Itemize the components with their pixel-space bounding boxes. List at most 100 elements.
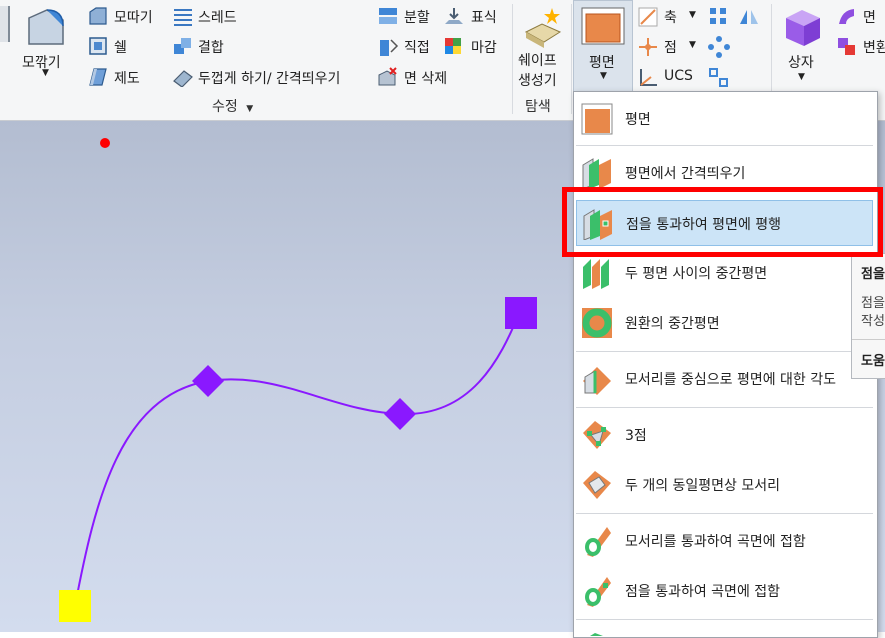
tangent-point-icon	[585, 577, 611, 607]
menu-item-label: 3점	[625, 428, 647, 444]
group-separator	[512, 4, 513, 114]
freeform-face-button[interactable]: 면	[836, 6, 885, 28]
origin-point[interactable]	[100, 138, 110, 148]
ucs-button[interactable]: UCS	[637, 67, 701, 89]
decal-button[interactable]: 마감	[443, 36, 505, 58]
coplanar-edges-icon	[583, 471, 611, 499]
menu-item-angle-to-plane-around-edge[interactable]: 모서리를 중심으로 평면에 대한 각도	[576, 356, 873, 402]
convert-label: 변환	[863, 40, 885, 56]
delete-face-icon	[378, 67, 397, 86]
plane-dropdown-menu: 평면 평면에서 간격띄우기 점을 통과하여 평면에 평행 두 평면 사이의 중간…	[573, 91, 878, 638]
three-points-icon	[583, 421, 611, 449]
spline-fit-point[interactable]	[192, 365, 224, 397]
split-button[interactable]: 분할	[377, 6, 437, 28]
split-icon	[379, 8, 397, 24]
thicken-label: 두껍게 하기/ 간격띄우기	[198, 71, 341, 87]
direct-edit-label: 직접	[404, 40, 430, 56]
chevron-down-icon: ▼	[600, 71, 607, 81]
point-label: 점	[664, 40, 677, 56]
decal-icon	[445, 38, 461, 54]
freeform-face-label: 면	[863, 10, 876, 26]
tooltip-title: 점을	[861, 267, 885, 282]
delete-face-button[interactable]: 면 삭제	[377, 67, 457, 89]
convert-button[interactable]: 변환	[836, 36, 885, 58]
shape-generator-button[interactable]: 쉐이프 생성기	[516, 2, 570, 90]
menu-item-label: 점을 통과하여 곡면에 접함	[625, 584, 781, 600]
tooltip-help-link[interactable]: 도움	[861, 350, 885, 369]
emboss-label: 표식	[471, 10, 497, 26]
box-label: 상자	[788, 55, 814, 71]
menu-item-plane[interactable]: 평면	[576, 96, 873, 142]
menu-item-label: 두 개의 동일평면상 모서리	[625, 478, 781, 494]
point-button[interactable]: 점 ▼	[637, 36, 701, 58]
menu-item-label: 모서리를 통과하여 곡면에 접함	[625, 534, 806, 550]
menu-item-tangent-through-point[interactable]: 점을 통과하여 곡면에 접함	[576, 568, 873, 614]
chamfer-icon	[89, 7, 107, 25]
axis-button[interactable]: 축 ▼	[637, 6, 701, 28]
tooltip-description-cont: 작성	[861, 314, 885, 329]
fillet-button[interactable]: 모깎기 ▼	[18, 2, 76, 88]
chevron-down-icon: ▼	[689, 40, 696, 50]
group-separator	[571, 4, 572, 114]
menu-item-label: 평면에서 간격띄우기	[625, 166, 746, 182]
circular-pattern-button[interactable]	[708, 36, 730, 58]
thread-label: 스레드	[198, 10, 237, 26]
emboss-button[interactable]: 표식	[443, 6, 503, 28]
menu-item-two-coplanar-edges[interactable]: 두 개의 동일평면상 모서리	[576, 462, 873, 508]
box-icon	[786, 10, 820, 46]
chevron-down-icon: ▼	[798, 72, 805, 82]
sketch-pattern-icon	[709, 68, 728, 87]
point-icon	[639, 38, 657, 56]
decal-label: 마감	[471, 40, 497, 56]
chamfer-label: 모따기	[114, 10, 153, 26]
shape-generator-icon	[524, 8, 562, 48]
mirror-icon	[740, 10, 758, 24]
axis-label: 축	[664, 10, 677, 26]
ucs-label: UCS	[664, 68, 693, 84]
freeform-face-icon	[839, 9, 854, 24]
spline-end-point[interactable]	[505, 297, 537, 329]
menu-divider	[576, 407, 873, 408]
emboss-icon	[445, 8, 463, 24]
shell-icon	[89, 37, 107, 55]
modify-group-label[interactable]: 수정 ▼	[212, 96, 253, 116]
spline-curve[interactable]	[74, 310, 521, 607]
chevron-down-icon: ▼	[689, 10, 696, 20]
tooltip-divider	[852, 339, 885, 340]
explore-group-label: 탐색	[525, 99, 551, 115]
combine-icon	[174, 38, 191, 54]
spline-fit-point[interactable]	[384, 398, 416, 430]
rectangular-pattern-button[interactable]	[708, 6, 730, 28]
shell-button[interactable]: 쉘	[86, 36, 146, 58]
menu-item-label: 원환의 중간평면	[625, 316, 720, 332]
menu-item-midplane-of-torus[interactable]: 원환의 중간평면	[576, 300, 873, 346]
shell-label: 쉘	[114, 40, 127, 56]
shape-generator-label-line1: 쉐이프	[518, 53, 557, 69]
sketch-pattern-button[interactable]	[708, 67, 730, 89]
shape-generator-label-line2: 생성기	[518, 73, 557, 89]
menu-item-three-points[interactable]: 3점	[576, 412, 873, 458]
chevron-down-icon: ▼	[246, 104, 254, 114]
menu-divider	[576, 619, 873, 620]
draft-button[interactable]: 제도	[86, 67, 146, 89]
menu-divider	[576, 351, 873, 352]
plane-button[interactable]: 평면 ▼	[573, 0, 633, 92]
chevron-down-icon: ▼	[42, 68, 49, 78]
highlight-annotation-box	[562, 187, 883, 257]
direct-edit-button[interactable]: 직접	[377, 36, 437, 58]
tangent-edge-icon	[585, 527, 611, 557]
menu-item-partial[interactable]	[576, 624, 873, 636]
box-button[interactable]: 상자 ▼	[776, 2, 830, 90]
convert-icon	[838, 38, 855, 55]
mirror-button[interactable]	[738, 6, 760, 28]
fillet-icon	[28, 9, 64, 45]
draft-label: 제도	[114, 71, 140, 87]
rectangular-pattern-icon	[710, 8, 726, 24]
spline-start-point[interactable]	[59, 590, 91, 622]
tooltip-description: 점을	[861, 296, 885, 311]
menu-item-label: 모서리를 중심으로 평면에 대한 각도	[625, 372, 836, 388]
menu-divider	[576, 145, 873, 146]
combine-button[interactable]: 결합	[170, 36, 250, 58]
torus-midplane-icon	[582, 308, 612, 338]
menu-item-tangent-through-edge[interactable]: 모서리를 통과하여 곡면에 접함	[576, 518, 873, 564]
